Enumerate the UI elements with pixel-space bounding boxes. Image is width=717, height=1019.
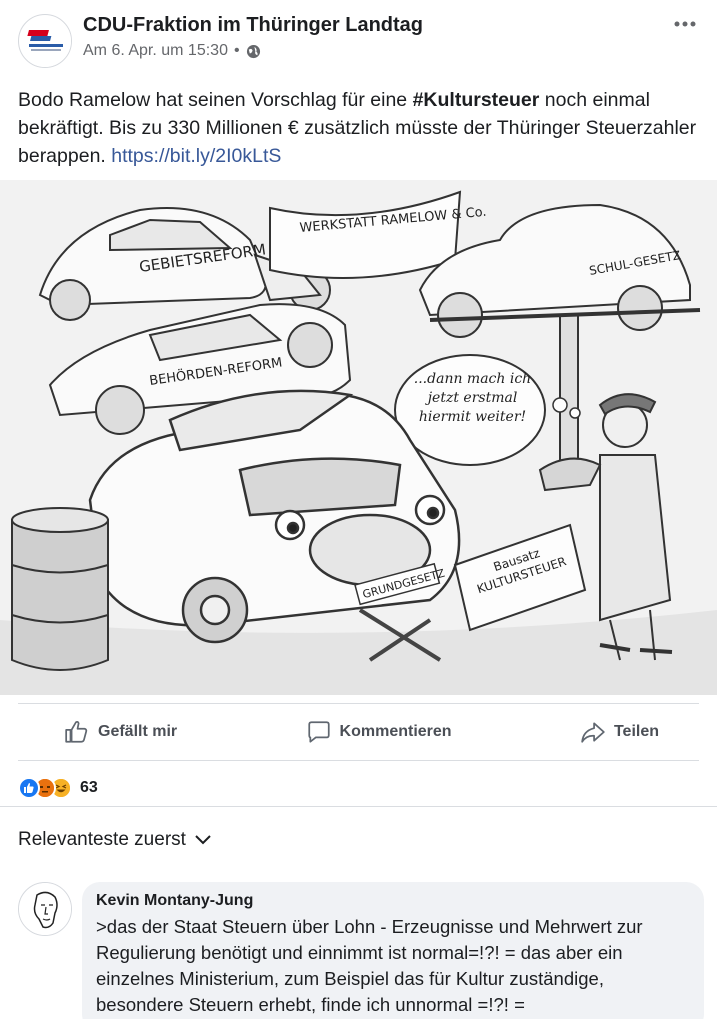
globe-icon <box>246 44 260 58</box>
post-header: CDU-Fraktion im Thüringer Landtag Am 6. … <box>18 12 699 72</box>
meta-separator: • <box>233 42 240 59</box>
like-label: Gefällt mir <box>98 723 178 740</box>
page-avatar[interactable] <box>18 14 72 68</box>
comment-sort-row: Relevanteste zuerst <box>0 806 717 866</box>
reaction-count: 63 <box>80 779 98 796</box>
more-options-button[interactable] <box>671 14 699 34</box>
share-button[interactable]: Teilen <box>580 719 659 745</box>
sort-label: Relevanteste zuerst <box>18 829 186 850</box>
comment-author[interactable]: Kevin Montany-Jung <box>96 892 690 910</box>
cartoon-drawing: GEBIETSREFORM WERKSTATT RAMELOW & Co. SC… <box>0 180 717 695</box>
more-dots-icon <box>674 21 696 27</box>
share-label: Teilen <box>613 723 659 740</box>
share-icon <box>581 722 605 743</box>
like-button[interactable]: Gefällt mir <box>64 719 177 745</box>
post-text-before: Bodo Ramelow hat seinen Vorschlag für ei… <box>18 89 413 111</box>
post-meta: Am 6. Apr. um 15:30 • <box>83 42 261 60</box>
chevron-down-icon <box>195 835 211 845</box>
page-name[interactable]: CDU-Fraktion im Thüringer Landtag <box>83 14 423 37</box>
post-timestamp[interactable]: Am 6. Apr. um 15:30 <box>83 42 228 60</box>
comment-icon <box>307 721 330 743</box>
commenter-avatar[interactable] <box>18 882 72 936</box>
sketch-portrait-icon <box>19 883 71 935</box>
reactions-summary[interactable]: 63 <box>18 774 98 802</box>
like-reaction-icon <box>18 777 40 799</box>
comment-label: Kommentieren <box>339 723 452 740</box>
sort-dropdown[interactable]: Relevanteste zuerst <box>18 829 212 851</box>
hashtag-link[interactable]: #Kultursteuer <box>413 89 540 111</box>
oil-barrel <box>11 507 109 671</box>
comment-bubble: Kevin Montany-Jung >das der Staat Steuer… <box>82 882 704 1019</box>
post-link[interactable]: https://bit.ly/2I0kLtS <box>111 145 281 167</box>
cdu-logo-icon <box>20 16 71 67</box>
post-text: Bodo Ramelow hat seinen Vorschlag für ei… <box>18 86 698 170</box>
speech-text: ...dann mach ich jetzt erstmal hiermit w… <box>413 371 532 425</box>
thumbs-up-icon <box>65 721 88 743</box>
post-action-bar: Gefällt mir Kommentieren Teilen <box>18 703 699 761</box>
comment-button[interactable]: Kommentieren <box>306 719 452 745</box>
comment-text: >das der Staat Steuern über Lohn - Erzeu… <box>96 916 643 1015</box>
cartoon-image[interactable]: GEBIETSREFORM WERKSTATT RAMELOW & Co. SC… <box>0 180 717 695</box>
